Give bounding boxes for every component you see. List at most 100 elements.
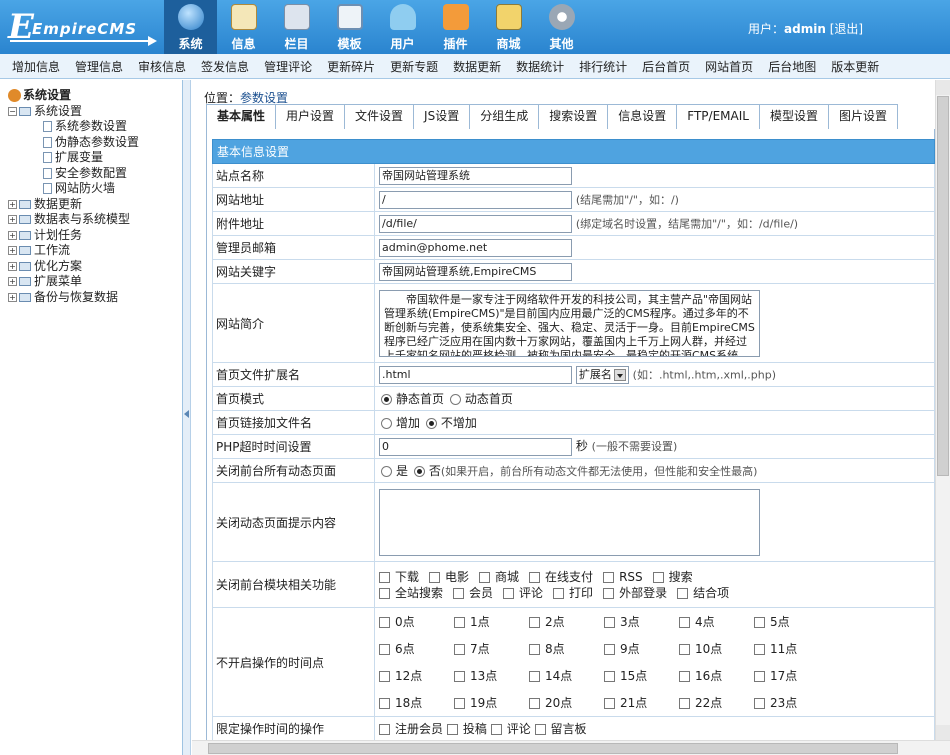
subnav-site-home[interactable]: 网站首页	[705, 58, 753, 75]
checkbox-search[interactable]: 搜索	[652, 569, 693, 585]
sidebar-item-rewrite-params[interactable]: 伪静态参数设置	[8, 135, 182, 151]
checkbox-box[interactable]	[652, 571, 664, 583]
hour-checkbox[interactable]: 23点	[754, 694, 829, 711]
checkbox-download[interactable]: 下载	[379, 569, 419, 585]
topnav-plugin[interactable]: 插件	[429, 0, 482, 54]
checkbox-box[interactable]	[553, 587, 565, 599]
checkbox-box[interactable]	[379, 724, 390, 735]
ext-select[interactable]: 扩展名	[575, 365, 629, 384]
hour-checkbox[interactable]: 4点	[679, 613, 754, 630]
checkbox-shop[interactable]: 商城	[479, 569, 519, 585]
checkbox-box[interactable]	[754, 698, 765, 709]
subnav-rank-stats[interactable]: 排行统计	[579, 58, 627, 75]
checkbox-box[interactable]	[454, 644, 465, 655]
tab-group-gen[interactable]: 分组生成	[469, 104, 540, 129]
hour-checkbox[interactable]: 12点	[379, 667, 454, 684]
hour-checkbox[interactable]: 17点	[754, 667, 829, 684]
tab-search[interactable]: 搜索设置	[538, 104, 609, 129]
checkbox-box[interactable]	[677, 587, 689, 599]
tab-info[interactable]: 信息设置	[607, 104, 678, 129]
checkbox-box[interactable]	[379, 571, 390, 583]
expand-icon[interactable]: +	[8, 199, 17, 209]
topnav-system[interactable]: 系统	[164, 0, 217, 54]
checkbox-box[interactable]	[490, 724, 502, 735]
checkbox-comment[interactable]: 评论	[503, 585, 543, 601]
expand-icon[interactable]: +	[8, 277, 17, 287]
checkbox-box[interactable]	[679, 671, 690, 682]
empirecms-logo[interactable]: E EmpireCMS	[6, 8, 157, 46]
subnav-manage-info[interactable]: 管理信息	[75, 58, 123, 75]
checkbox-box[interactable]	[503, 587, 515, 599]
radio-static[interactable]	[381, 394, 392, 405]
radio-yes[interactable]	[381, 466, 392, 477]
logout-link[interactable]: [退出]	[830, 22, 863, 36]
checkbox-box[interactable]	[454, 671, 465, 682]
checkbox-box[interactable]	[679, 698, 690, 709]
tree-group-tasks[interactable]: + 计划任务	[8, 228, 182, 244]
checkbox-box[interactable]	[529, 671, 540, 682]
checkbox-guestbook[interactable]: 留言板	[534, 722, 587, 736]
scroll-up-button[interactable]	[936, 80, 950, 95]
tree-group-data-update[interactable]: + 数据更新	[8, 197, 182, 213]
hour-checkbox[interactable]: 7点	[454, 640, 529, 657]
hour-checkbox[interactable]: 10点	[679, 640, 754, 657]
checkbox-box[interactable]	[446, 724, 458, 735]
vertical-scrollbar[interactable]	[935, 80, 950, 740]
sidebar-item-security[interactable]: 安全参数配置	[8, 166, 182, 182]
tab-file[interactable]: 文件设置	[344, 104, 415, 129]
hour-checkbox[interactable]: 19点	[454, 694, 529, 711]
checkbox-register[interactable]: 注册会员	[379, 722, 443, 736]
checkbox-box[interactable]	[534, 724, 546, 735]
ext-input[interactable]: .html	[379, 365, 572, 384]
subnav-version-update[interactable]: 版本更新	[831, 58, 879, 75]
checkbox-box[interactable]	[529, 571, 541, 583]
hour-checkbox[interactable]: 13点	[454, 667, 529, 684]
checkbox-box[interactable]	[604, 671, 615, 682]
checkbox-box[interactable]	[529, 644, 540, 655]
expand-icon[interactable]: +	[8, 261, 17, 271]
checkbox-combine[interactable]: 结合项	[677, 585, 729, 601]
subnav-sign-info[interactable]: 签发信息	[201, 58, 249, 75]
horizontal-scrollbar[interactable]	[192, 740, 950, 755]
subnav-data-update[interactable]: 数据更新	[453, 58, 501, 75]
timeout-input[interactable]: 0	[379, 437, 572, 456]
checkbox-external-login[interactable]: 外部登录	[603, 585, 667, 601]
keywords-input[interactable]: 帝国网站管理系统,EmpireCMS	[379, 262, 572, 281]
breadcrumb-link[interactable]: 参数设置	[240, 91, 288, 105]
radio-add[interactable]	[381, 418, 392, 429]
close-tip-textarea[interactable]	[379, 488, 760, 556]
hour-checkbox[interactable]: 22点	[679, 694, 754, 711]
hour-checkbox[interactable]: 6点	[379, 640, 454, 657]
subnav-admin-map[interactable]: 后台地图	[768, 58, 816, 75]
topnav-other[interactable]: 其他	[535, 0, 588, 54]
hour-checkbox[interactable]: 14点	[529, 667, 604, 684]
site-name-input[interactable]: 帝国网站管理系统	[379, 166, 572, 185]
sidebar-toggle[interactable]	[183, 80, 191, 755]
checkbox-box[interactable]	[379, 617, 390, 628]
checkbox-box[interactable]	[754, 617, 765, 628]
checkbox-box[interactable]	[454, 698, 465, 709]
checkbox-box[interactable]	[679, 644, 690, 655]
hour-checkbox[interactable]: 1点	[454, 613, 529, 630]
radio-no-add[interactable]	[425, 418, 437, 429]
checkbox-box[interactable]	[529, 698, 540, 709]
tab-user[interactable]: 用户设置	[275, 104, 346, 129]
expand-icon[interactable]: +	[8, 292, 17, 302]
tree-group-system[interactable]: − 系统设置	[8, 104, 182, 120]
collapse-icon[interactable]: −	[8, 106, 17, 116]
tab-ftp-email[interactable]: FTP/EMAIL	[676, 104, 760, 129]
hour-checkbox[interactable]: 21点	[604, 694, 679, 711]
scroll-down-button[interactable]	[936, 725, 950, 740]
checkbox-fullsearch[interactable]: 全站搜索	[379, 585, 443, 601]
checkbox-box[interactable]	[454, 617, 465, 628]
site-url-input[interactable]: /	[379, 190, 572, 209]
checkbox-box[interactable]	[479, 571, 491, 583]
attach-url-input[interactable]: /d/file/	[379, 214, 572, 233]
expand-icon[interactable]: +	[8, 215, 17, 225]
scroll-thumb[interactable]	[937, 96, 949, 476]
checkbox-box[interactable]	[379, 671, 390, 682]
topnav-user[interactable]: 用户	[376, 0, 429, 54]
tree-group-optimize[interactable]: + 优化方案	[8, 259, 182, 275]
topnav-template[interactable]: 模板	[323, 0, 376, 54]
sidebar-item-ext-vars[interactable]: 扩展变量	[8, 150, 182, 166]
